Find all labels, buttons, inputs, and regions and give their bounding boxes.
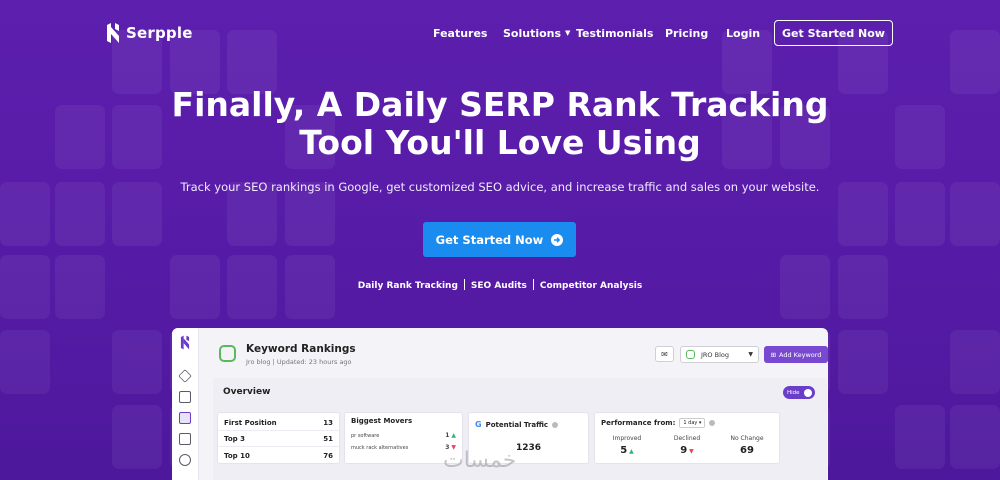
trend-down-icon: ▼ [689, 448, 694, 455]
hero-subtitle: Track your SEO rankings in Google, get c… [180, 180, 820, 194]
chevron-down-icon: ▼ [748, 351, 753, 358]
divider [532, 279, 534, 290]
hero-get-started-button[interactable]: Get Started Now [423, 222, 576, 257]
link-icon[interactable] [179, 454, 191, 466]
list-item: pr software 1 ▲ [351, 432, 456, 439]
info-icon [552, 421, 559, 428]
hero-title-line-2: Tool You'll Love Using [299, 123, 701, 162]
keyword-rankings-title: Keyword Rankings [246, 343, 356, 355]
stat-value: 76 [323, 451, 333, 460]
watermark: خمسات [443, 448, 517, 473]
hide-toggle-label: Hide [787, 389, 800, 396]
performance-col-improved: Improved 5 ▲ [599, 435, 655, 456]
hero-title: Finally, A Daily SERP Rank Tracking Tool… [0, 86, 1000, 162]
stat-label: First Position [224, 419, 277, 427]
mover-keyword: pr software [351, 432, 380, 439]
google-icon: G [475, 420, 482, 429]
feature-item: SEO Audits [470, 281, 527, 291]
feature-item: Competitor Analysis [539, 281, 643, 291]
feature-list: Daily Rank Tracking SEO Audits Competitor … [0, 279, 1000, 291]
chevron-down-icon: ▼ [565, 29, 571, 37]
background-tile [112, 330, 162, 394]
calendar-icon[interactable] [179, 433, 191, 445]
grid-icon[interactable] [179, 391, 191, 403]
toggle-knob [804, 388, 812, 397]
keyword-rankings-subtitle: Jro blog | Updated: 23 hours ago [246, 358, 352, 366]
divider [463, 279, 465, 290]
top-nav: Serpple Features Solutions ▼ Testimonials… [0, 0, 1000, 66]
site-select-value: JRO Blog [701, 350, 729, 359]
performance-col-label: Improved [612, 435, 642, 442]
overview-title: Overview [223, 387, 271, 397]
performance-col-value: 69 [740, 445, 754, 456]
site-badge-icon [219, 345, 236, 362]
nav-get-started-button[interactable]: Get Started Now [774, 20, 893, 46]
potential-traffic-label: Potential Traffic [485, 420, 549, 429]
mover-value: 1 [445, 432, 450, 439]
serpple-logo-icon [180, 335, 190, 350]
biggest-movers-title: Biggest Movers [351, 417, 413, 425]
feature-item: Daily Rank Tracking [357, 281, 458, 291]
overview-panel: Overview Hide First Position 13 Top 3 51… [213, 378, 827, 480]
performance-col-label: Declined [673, 435, 701, 442]
hide-toggle[interactable]: Hide [783, 386, 815, 399]
performance-col-no-change: No Change 69 [719, 435, 775, 456]
brand-name: Serpple [126, 24, 193, 42]
nav-link-solutions[interactable]: Solutions ▼ [503, 27, 570, 40]
list-item: muck rack alternatives 3 ▼ [351, 444, 456, 451]
period-select-value: 1 day [683, 420, 698, 426]
nav-link-pricing[interactable]: Pricing [665, 27, 708, 40]
background-tile [838, 330, 888, 394]
add-keyword-label: Add Keyword [779, 350, 822, 359]
performance-label: Performance from: [601, 419, 676, 427]
performance-col-declined: Declined 9 ▼ [659, 435, 715, 456]
stat-value: 13 [323, 419, 333, 427]
email-report-button[interactable]: ✉ [655, 346, 674, 362]
stat-label: Top 10 [224, 451, 250, 460]
performance-title: Performance from: 1 day ▾ [601, 418, 716, 428]
performance-col-label: No Change [730, 435, 764, 442]
trend-up-icon: ▲ [629, 448, 634, 455]
stat-label: Top 3 [224, 435, 245, 443]
potential-traffic-title: G Potential Traffic [475, 420, 559, 429]
stat-row: Top 3 51 [218, 432, 339, 447]
stat-row: Top 10 76 [218, 448, 339, 463]
serpple-logo-icon [107, 23, 119, 43]
performance-card: Performance from: 1 day ▾ Improved 5 ▲ De… [594, 412, 780, 464]
mail-icon: ✉ [661, 349, 668, 359]
stat-row: First Position 13 [218, 416, 339, 431]
arrow-right-icon [551, 233, 564, 246]
site-select[interactable]: JRO Blog ▼ [680, 346, 759, 363]
info-icon [709, 420, 716, 426]
nav-link-testimonials[interactable]: Testimonials [576, 27, 653, 40]
rankings-icon[interactable] [179, 412, 191, 424]
background-tile [112, 405, 162, 469]
period-select[interactable]: 1 day ▾ [679, 418, 706, 428]
site-badge-icon [686, 350, 695, 359]
positions-card: First Position 13 Top 3 51 Top 10 76 [217, 412, 340, 464]
app-sidebar [172, 328, 199, 480]
nav-link-login[interactable]: Login [726, 27, 760, 40]
background-tile [0, 330, 50, 394]
performance-col-value: 5 [620, 445, 628, 456]
brand-logo[interactable]: Serpple [106, 22, 193, 44]
performance-col-value: 9 [680, 445, 688, 456]
nav-link-features[interactable]: Features [433, 27, 487, 40]
mover-keyword: muck rack alternatives [351, 444, 409, 451]
layers-icon[interactable] [178, 369, 192, 383]
hero-title-line-1: Finally, A Daily SERP Rank Tracking [171, 85, 829, 124]
background-tile [895, 405, 945, 469]
background-tile [950, 330, 1000, 394]
hero-cta-label: Get Started Now [435, 232, 544, 247]
plus-icon: ⊞ [770, 350, 777, 359]
add-keyword-button[interactable]: ⊞ Add Keyword [764, 346, 828, 363]
stat-value: 51 [323, 435, 333, 443]
trend-up-icon: ▲ [451, 432, 456, 439]
background-tile [950, 405, 1000, 469]
nav-link-solutions-label: Solutions [503, 27, 562, 40]
